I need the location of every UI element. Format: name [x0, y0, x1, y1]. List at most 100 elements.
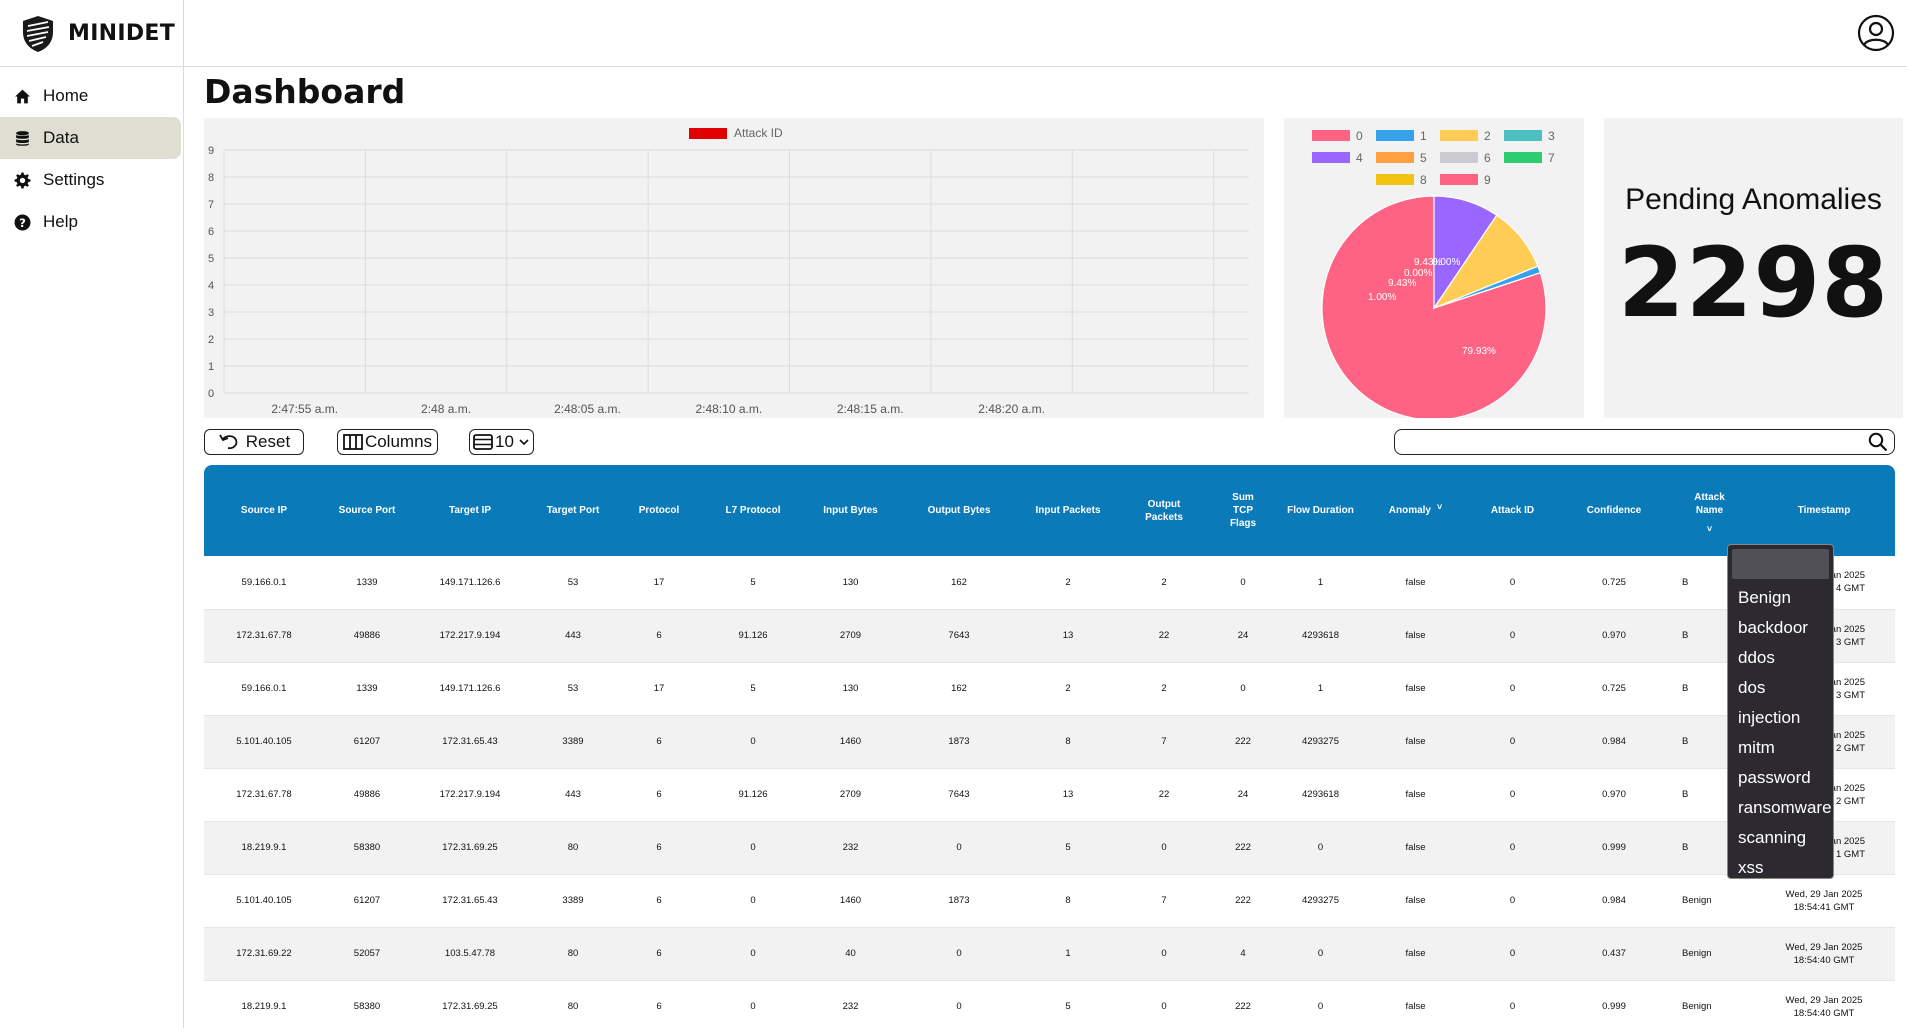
dropdown-option[interactable]: scanning [1732, 823, 1829, 853]
column-header-source-port[interactable]: Source Port [324, 465, 410, 556]
table-cell: 0 [1317, 1001, 1324, 1012]
dropdown-option[interactable]: dos [1732, 673, 1829, 703]
dropdown-option[interactable]: injection [1732, 703, 1829, 733]
table-row[interactable]: 59.166.0.1 1339 149.171.126.6 53 17 5 130 162 2 2… [204, 556, 1895, 609]
column-header-input-packets[interactable]: Input Packets [1021, 465, 1115, 556]
dropdown-blank-option[interactable] [1732, 549, 1829, 579]
table-cell: 0 [1509, 895, 1516, 906]
user-account-icon[interactable] [1857, 14, 1895, 52]
table-cell: 0.984 [1602, 895, 1626, 906]
table-row[interactable]: 172.31.67.78 49886 172.217.9.194 443 6 91.126… [204, 768, 1895, 821]
dropdown-option[interactable]: ransomware [1732, 793, 1832, 823]
sort-caret-icon[interactable]: ˅ [1707, 524, 1712, 534]
legend-swatch [1440, 130, 1478, 141]
table-row[interactable]: 18.219.9.1 58380 172.31.69.25 80 6 0 232 0 5 0 222… [204, 821, 1895, 874]
pie-legend-item[interactable]: 7 [1504, 151, 1555, 165]
legend-swatch [1376, 130, 1414, 141]
search-input[interactable] [1403, 430, 1863, 452]
table-cell: 80 [567, 842, 579, 853]
table-cell: 0 [956, 1001, 962, 1012]
column-header-anomaly[interactable]: Anomaly ˅ [1368, 465, 1463, 556]
column-header-output-packets[interactable]: Output Packets [1115, 465, 1213, 556]
table-cell: 4 [1240, 948, 1246, 959]
table-cell-timestamp: Wed, 29 Jan 2025 18:54:40 GMT [1785, 941, 1863, 966]
pie-legend-item[interactable]: 9 [1440, 173, 1491, 187]
table-cell: 0.970 [1602, 630, 1626, 641]
dropdown-option[interactable]: password [1732, 763, 1829, 793]
table-cell: 53 [567, 683, 579, 694]
pie-legend-item[interactable]: 2 [1440, 129, 1491, 143]
attack-name-filter-dropdown[interactable]: Benign backdoor ddos dos injection mitm passwo… [1727, 544, 1834, 879]
table-cell: 52057 [353, 948, 381, 959]
column-header-target-port[interactable]: Target Port [530, 465, 616, 556]
dropdown-option[interactable]: backdoor [1732, 613, 1829, 643]
columns-icon [343, 434, 363, 450]
table-row[interactable]: 172.31.69.22 52057 103.5.47.78 80 6 0 40 0 1 0 4 0 f… [204, 927, 1895, 980]
line-chart-svg: Attack ID 0 1 2 3 4 5 6 7 8 9 2:47:55 a.m. 2:48 a.m.… [208, 126, 1249, 416]
table-row[interactable]: 5.101.40.105 61207 172.31.65.43 3389 6 0 1460 1… [204, 874, 1895, 927]
page-size-select[interactable]: 10 [469, 429, 534, 455]
column-header-confidence[interactable]: Confidence [1562, 465, 1666, 556]
table-cell: 80 [567, 1001, 579, 1012]
column-header-output-bytes[interactable]: Output Bytes [897, 465, 1021, 556]
search-icon[interactable] [1868, 432, 1888, 452]
table-row[interactable]: 59.166.0.1 1339 149.171.126.6 53 17 5 130 162 2 2… [204, 662, 1895, 715]
pie-legend-item[interactable]: 8 [1376, 173, 1427, 187]
column-header-flow-duration[interactable]: Flow Duration [1273, 465, 1368, 556]
sidebar-item-data[interactable]: Data [0, 117, 181, 159]
column-header-target-ip[interactable]: Target IP [410, 465, 530, 556]
pie-legend-item[interactable]: 6 [1440, 151, 1491, 165]
pie-legend-item[interactable]: 3 [1504, 129, 1555, 143]
sidebar-item-label: Help [43, 212, 78, 231]
dropdown-option[interactable]: mitm [1732, 733, 1829, 763]
column-header-timestamp[interactable]: Timestamp [1753, 465, 1895, 556]
chart-legend: Attack ID [689, 126, 783, 140]
table-cell: 40 [845, 948, 856, 959]
table-row[interactable]: 172.31.67.78 49886 172.217.9.194 443 6 91.126… [204, 609, 1895, 662]
table-cell: 58380 [353, 842, 381, 853]
legend-swatch [1312, 152, 1350, 163]
y-tick-label: 0 [208, 388, 214, 400]
table-cell: 222 [1235, 842, 1251, 853]
sidebar-item-home[interactable]: Home [0, 75, 181, 117]
svg-text:?: ? [19, 215, 26, 229]
column-header-l7-protocol[interactable]: L7 Protocol [702, 465, 804, 556]
table-cell: 0.725 [1602, 683, 1626, 694]
attack-id-pie-chart: 0 1 2 3 4 5 6 7 8 9 79.93% 1.00% 9.43% 0.00% 9.43% 0.00… [1284, 118, 1584, 421]
pie-slice-label: 0.00% [1404, 268, 1432, 279]
sort-caret-icon[interactable]: ˅ [1437, 502, 1442, 512]
dropdown-option[interactable]: ddos [1732, 643, 1829, 673]
x-tick-label: 2:47:55 a.m. [271, 402, 338, 416]
pie-legend-item[interactable]: 4 [1312, 151, 1363, 165]
reset-button[interactable]: Reset [204, 429, 304, 455]
table-cell: 4293275 [1302, 895, 1339, 906]
brand[interactable]: MINIDET [0, 0, 184, 67]
table-cell: 4293618 [1302, 630, 1339, 641]
column-header-attack-name[interactable]: Attack Name ˅ [1666, 465, 1753, 556]
legend-swatch [1376, 152, 1414, 163]
columns-button[interactable]: Columns [337, 429, 438, 455]
column-header-protocol[interactable]: Protocol [616, 465, 702, 556]
table-cell: 4293275 [1302, 736, 1339, 747]
column-header-attack-id[interactable]: Attack ID [1463, 465, 1562, 556]
table-cell: 2709 [839, 789, 862, 800]
table-cell: 1873 [948, 895, 970, 906]
table-row[interactable]: 18.219.9.1 58380 172.31.69.25 80 6 0 232 0 5 0 222… [204, 980, 1895, 1028]
search-field[interactable] [1394, 429, 1895, 455]
table-cell: 130 [842, 576, 859, 588]
table-row[interactable]: 5.101.40.105 61207 172.31.65.43 3389 6 0 1460 1… [204, 715, 1895, 768]
pie-legend-item[interactable]: 1 [1376, 129, 1427, 143]
table-cell: 172.31.67.78 [236, 789, 292, 800]
dropdown-option[interactable]: Benign [1732, 583, 1829, 613]
dropdown-option[interactable]: xss [1732, 853, 1829, 883]
sidebar-item-help[interactable]: ? Help [0, 201, 181, 243]
table-cell: false [1405, 842, 1426, 853]
pie-legend-item[interactable]: 0 [1312, 129, 1363, 143]
pie-legend-item[interactable]: 5 [1376, 151, 1427, 165]
x-tick-label: 2:48 a.m. [421, 402, 471, 416]
pie-slice-label: 9.43% [1388, 278, 1416, 289]
column-header-input-bytes[interactable]: Input Bytes [804, 465, 897, 556]
sidebar-item-settings[interactable]: Settings [0, 159, 181, 201]
column-header-source-ip[interactable]: Source IP [204, 465, 324, 556]
column-header-sum-tcp-flags[interactable]: Sum TCP Flags [1213, 465, 1273, 556]
